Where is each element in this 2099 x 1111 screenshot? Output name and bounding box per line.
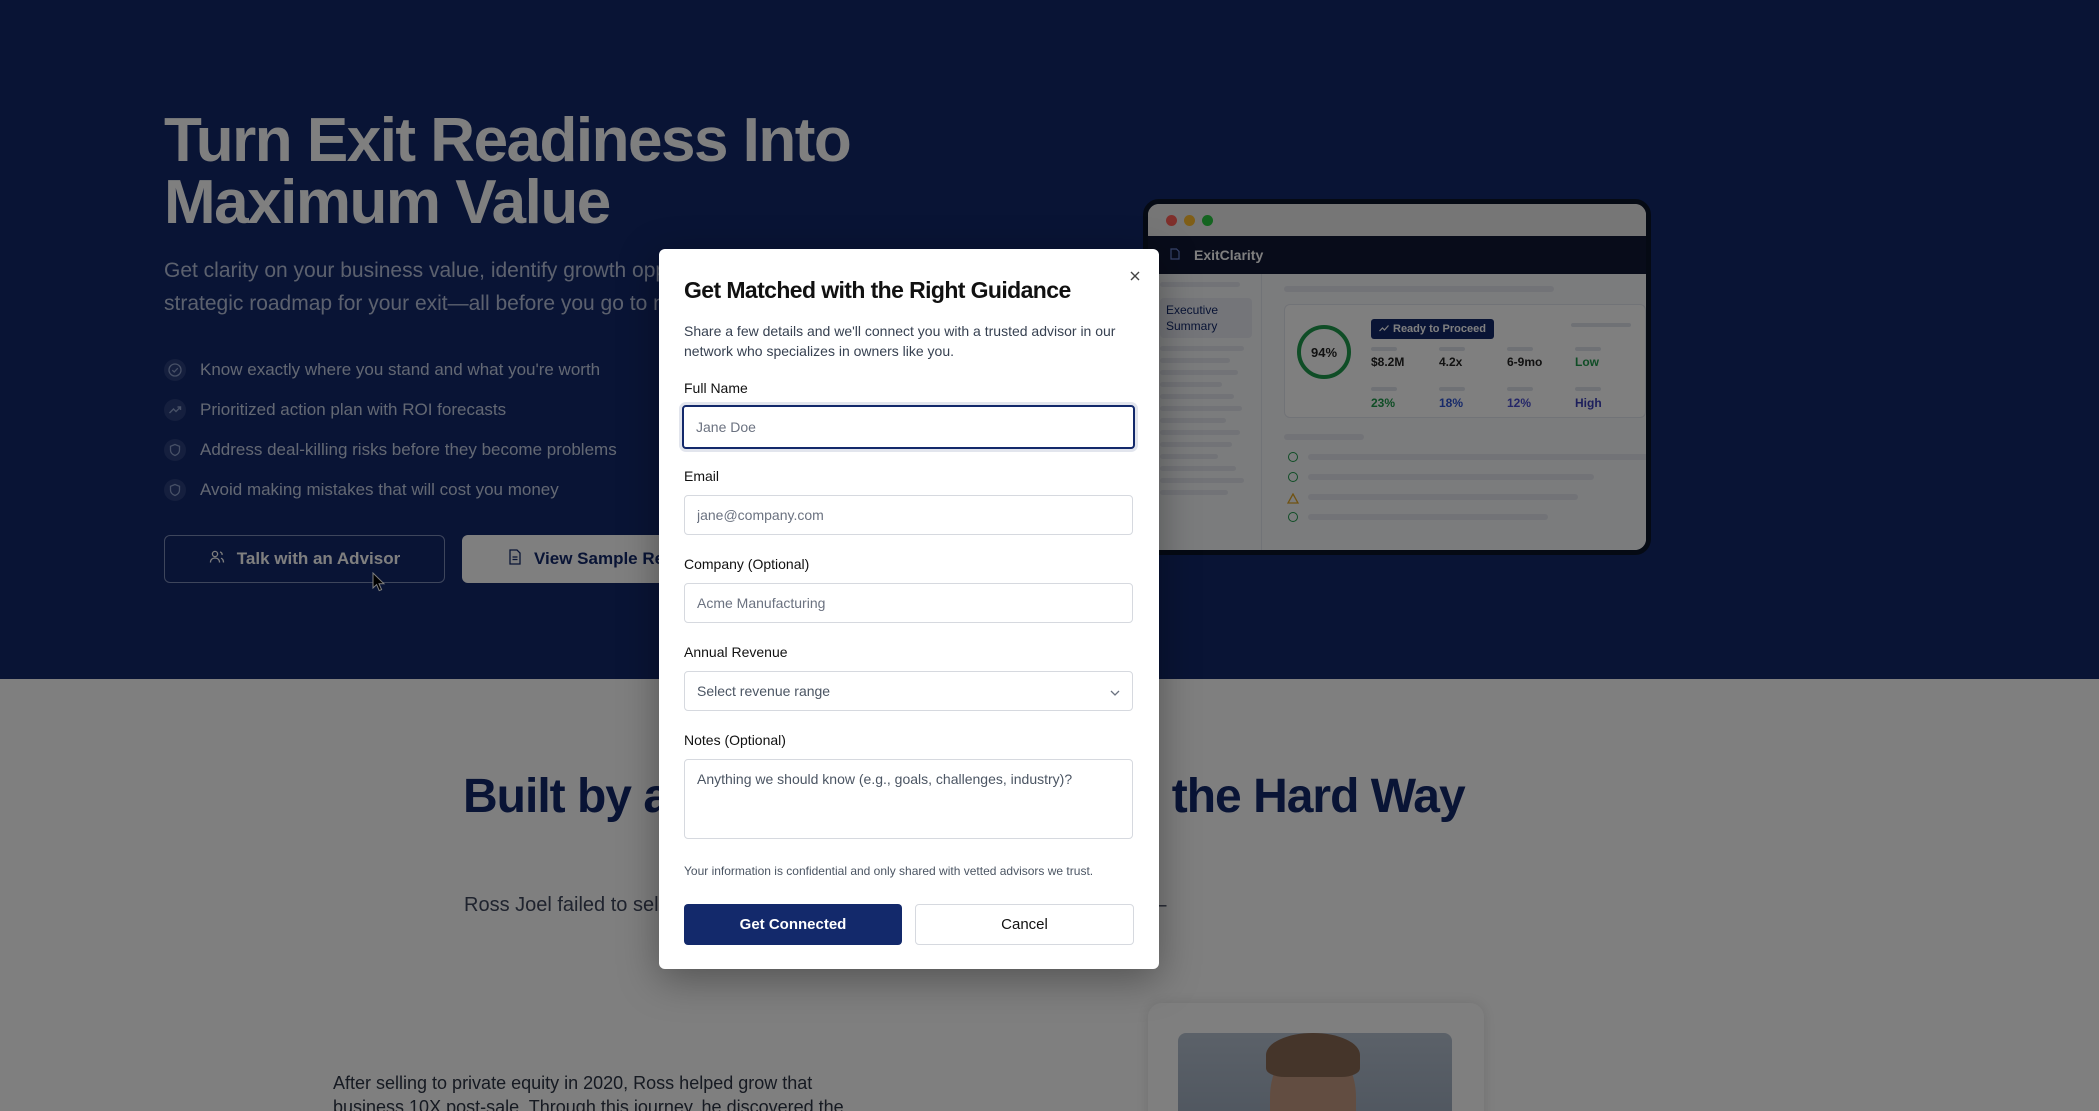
close-button[interactable] [1125,267,1145,287]
revenue-select[interactable]: Select revenue range [684,671,1133,711]
company-label: Company (Optional) [684,556,810,572]
dialog-description: Share a few details and we'll connect yo… [684,323,1116,359]
full-name-input[interactable] [682,405,1135,449]
revenue-select-value: Select revenue range [697,683,831,699]
dialog-title: Get Matched with the Right Guidance [684,277,1071,303]
close-icon [1129,270,1141,285]
chevron-down-icon [1110,683,1120,699]
full-name-label: Full Name [684,380,748,396]
privacy-note: Your information is confidential and onl… [684,864,1094,878]
revenue-label: Annual Revenue [684,644,788,660]
get-connected-button[interactable]: Get Connected [684,904,902,945]
email-input[interactable] [684,495,1133,535]
company-input[interactable] [684,583,1133,623]
notes-textarea[interactable] [684,759,1133,839]
email-label: Email [684,468,720,484]
advisor-match-dialog: Get Matched with the Right Guidance Shar… [659,249,1159,969]
cancel-button[interactable]: Cancel [915,904,1134,945]
notes-label: Notes (Optional) [684,732,786,748]
